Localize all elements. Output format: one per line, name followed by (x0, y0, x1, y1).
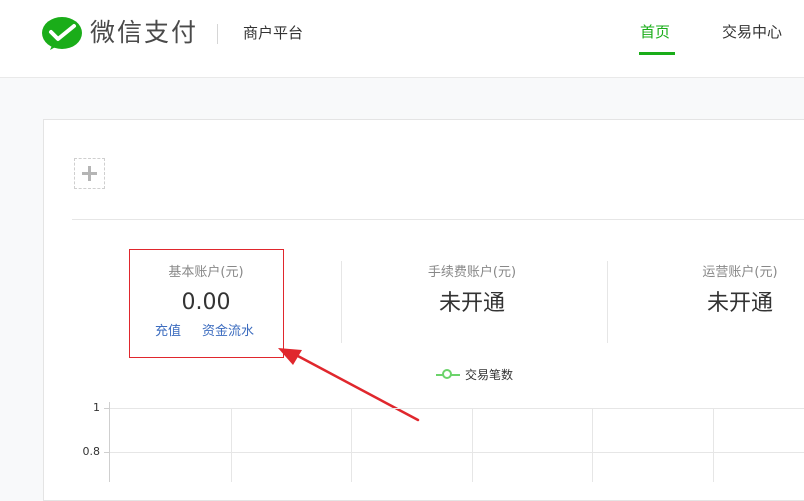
fee-account-status: 未开通 (438, 291, 505, 316)
add-shortcut-button[interactable] (74, 158, 105, 189)
grid-line-vertical (713, 408, 714, 482)
grid-line-horizontal (110, 408, 804, 409)
nav-home[interactable]: 首页 (640, 21, 670, 43)
account-divider (341, 261, 342, 343)
nav-trade-center[interactable]: 交易中心 (722, 21, 782, 43)
y-tick-label: 1 (93, 401, 100, 414)
chart-y-axis (109, 402, 110, 482)
annotation-arrow-icon (278, 348, 420, 422)
operating-account-status: 未开通 (706, 291, 773, 316)
account-divider (607, 261, 608, 343)
section-divider (72, 219, 804, 220)
grid-line-vertical (351, 408, 352, 482)
y-tick-label: 0.8 (82, 445, 101, 458)
wechat-pay-logo-icon (42, 17, 82, 50)
merchant-platform-label: 商户平台 (243, 24, 304, 42)
brand-divider (217, 24, 218, 44)
annotation-highlight-box (129, 249, 284, 358)
y-tick-mark (104, 408, 109, 409)
nav-active-indicator (639, 52, 675, 55)
grid-line-vertical (231, 408, 232, 482)
legend-series-label: 交易笔数 (465, 368, 514, 382)
brand-name: 微信支付 (90, 18, 199, 47)
operating-account-title: 运营账户(元) (702, 265, 778, 280)
top-header: 微信支付 商户平台 首页 交易中心 (0, 0, 804, 78)
grid-line-vertical (592, 408, 593, 482)
grid-line-vertical (472, 408, 473, 482)
fee-account-title: 手续费账户(元) (427, 265, 517, 280)
legend-dot-marker (442, 369, 452, 379)
grid-line-horizontal (110, 452, 804, 453)
y-tick-mark (104, 452, 109, 453)
